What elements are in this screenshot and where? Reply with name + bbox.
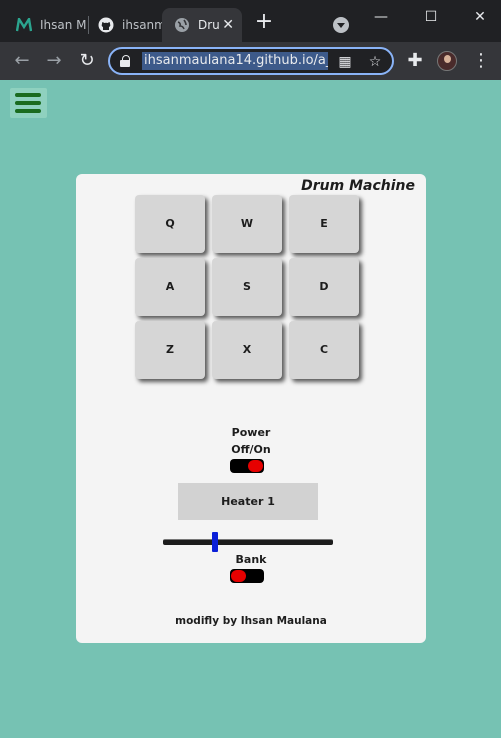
bank-toggle[interactable] [230, 569, 264, 583]
hamburger-menu-icon[interactable] [10, 88, 47, 118]
volume-slider[interactable] [163, 539, 333, 545]
tab-title: Dru [198, 18, 220, 32]
window-close-icon[interactable]: ✕ [467, 6, 493, 28]
volume-slider-thumb[interactable] [212, 532, 219, 552]
drum-pad-s[interactable]: S [212, 258, 282, 316]
drum-pad-d[interactable]: D [289, 258, 359, 316]
back-icon[interactable]: ← [11, 50, 33, 72]
tab-medium[interactable]: Ihsan M [4, 8, 86, 42]
medium-icon [16, 17, 32, 33]
apps-icon[interactable]: ▦ [336, 53, 354, 71]
drum-pad-a[interactable]: A [135, 258, 205, 316]
close-tab-icon[interactable]: ✕ [222, 17, 234, 33]
more-menu-icon[interactable]: ⋮ [470, 50, 492, 72]
tab-github[interactable]: ihsanm [86, 8, 162, 42]
browser-toolbar: ← → ↻ ihsanmaulana14.github.io/a_p ▦ ☆ ✚… [0, 42, 501, 80]
power-label: Power [231, 426, 271, 439]
power-toggle[interactable] [230, 459, 264, 473]
github-icon [98, 17, 114, 33]
bank-toggle-knob[interactable] [231, 570, 246, 582]
new-tab-icon[interactable]: + [253, 11, 275, 34]
drum-pad-z[interactable]: Z [135, 321, 205, 379]
maximize-icon[interactable]: ☐ [418, 6, 444, 28]
power-toggle-knob[interactable] [248, 460, 263, 472]
sound-display: Heater 1 [178, 483, 318, 520]
extensions-icon[interactable]: ✚ [404, 50, 426, 72]
browser-tab-bar: Ihsan M ihsanm Dru ✕ + — ☐ ✕ [0, 0, 501, 42]
lock-icon[interactable] [120, 55, 130, 67]
app-title: Drum Machine [301, 178, 415, 194]
drum-pad-e[interactable]: E [289, 195, 359, 253]
drum-machine: Drum Machine Q W E A S D Z X C Power Off… [76, 174, 426, 643]
tab-drum-machine[interactable]: Dru ✕ [162, 8, 242, 42]
globe-icon [174, 17, 190, 33]
reload-icon[interactable]: ↻ [76, 50, 98, 72]
drum-pad-x[interactable]: X [212, 321, 282, 379]
forward-icon[interactable]: → [43, 50, 65, 72]
drum-pad-q[interactable]: Q [135, 195, 205, 253]
tab-title: Ihsan M [40, 18, 86, 32]
tab-search-icon[interactable] [333, 17, 349, 33]
tab-title: ihsanm [122, 18, 162, 32]
drum-pad-c[interactable]: C [289, 321, 359, 379]
avatar[interactable] [437, 51, 457, 71]
address-bar[interactable]: ihsanmaulana14.github.io/a_p ▦ ☆ [108, 47, 394, 75]
drum-pad-w[interactable]: W [212, 195, 282, 253]
bookmark-star-icon[interactable]: ☆ [366, 53, 384, 71]
footer-credit: modifly by Ihsan Maulana [175, 615, 327, 627]
url-text[interactable]: ihsanmaulana14.github.io/a_p [142, 52, 328, 70]
power-off-on-label: Off/On [231, 443, 271, 456]
bank-label: Bank [235, 553, 267, 566]
minimize-icon[interactable]: — [368, 6, 394, 28]
